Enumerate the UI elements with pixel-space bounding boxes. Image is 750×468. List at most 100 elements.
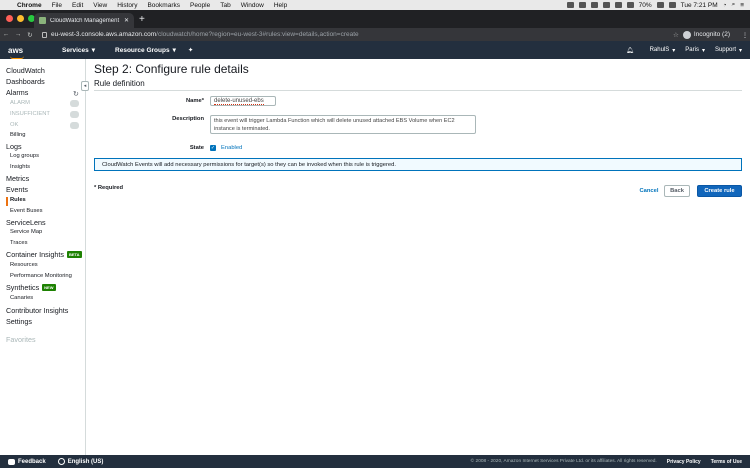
aws-logo[interactable]: aws xyxy=(8,46,42,59)
macos-menu-bar: Chrome File Edit View History Bookmarks … xyxy=(0,0,750,10)
terms-of-use-link[interactable]: Terms of Use xyxy=(711,459,742,465)
browser-tab-strip: CloudWatch Management Con ✕ + xyxy=(0,10,750,28)
bell-icon[interactable]: 🔔︎ xyxy=(626,47,634,54)
bookmark-star-icon[interactable]: ☆ xyxy=(669,31,683,39)
sidebar-item-event-buses[interactable]: Event Buses xyxy=(10,208,43,214)
minimize-window-icon[interactable] xyxy=(17,15,24,22)
sidebar-item-metrics[interactable]: Metrics xyxy=(6,174,29,183)
sidebar-item-canaries[interactable]: Canaries xyxy=(10,295,33,301)
menu-chrome[interactable]: Chrome xyxy=(12,2,47,9)
console-footer: Feedback English (US) © 2008 - 2020, Ama… xyxy=(0,455,750,468)
feedback-link[interactable]: Feedback xyxy=(8,458,46,465)
browser-tab[interactable]: CloudWatch Management Con ✕ xyxy=(34,13,134,28)
battery-percent[interactable]: 70% xyxy=(639,2,652,9)
close-window-icon[interactable] xyxy=(6,15,13,22)
user-icon[interactable]: ◔ xyxy=(723,2,727,9)
sidebar-item-traces[interactable]: Traces xyxy=(10,240,28,246)
cloudwatch-favicon-icon xyxy=(39,17,46,24)
sidebar-item-servicelens[interactable]: ServiceLens xyxy=(6,218,46,227)
close-tab-icon[interactable]: ✕ xyxy=(124,17,129,24)
enabled-label[interactable]: Enabled xyxy=(221,145,242,151)
create-rule-button[interactable]: Create rule xyxy=(697,185,742,197)
services-menu[interactable]: Services ▾ xyxy=(62,46,95,55)
back-button[interactable]: Back xyxy=(664,185,690,197)
menu-file[interactable]: File xyxy=(47,2,67,9)
sidebar-favorites-heading: Favorites xyxy=(6,335,36,344)
rule-name-input[interactable]: delete-unused-ebs xyxy=(210,96,276,106)
enabled-checkbox[interactable]: ✓ xyxy=(210,145,216,151)
chevron-down-icon: ▾ xyxy=(701,47,705,54)
sidebar-item-contributor-insights[interactable]: Contributor Insights xyxy=(6,306,68,315)
sidebar-item-events[interactable]: Events xyxy=(6,185,28,194)
services-label: Services xyxy=(62,46,89,54)
refresh-icon[interactable]: ↻ xyxy=(73,90,79,98)
globe-icon xyxy=(57,458,65,465)
sidebar-item-logs[interactable]: Logs xyxy=(6,142,22,151)
forward-arrow-icon[interactable]: → xyxy=(12,31,24,38)
menu-history[interactable]: History xyxy=(112,2,142,9)
new-tab-icon[interactable]: + xyxy=(139,14,145,25)
tray-app-icon[interactable] xyxy=(602,2,610,8)
sidebar-item-service-map[interactable]: Service Map xyxy=(10,229,42,235)
sidebar-item-synthetics[interactable]: Synthetics NEW xyxy=(6,283,56,292)
volume-icon[interactable] xyxy=(626,2,634,8)
description-textarea[interactable]: this event will trigger Lambda Function … xyxy=(210,115,476,134)
menu-bookmarks[interactable]: Bookmarks xyxy=(142,2,185,9)
account-menu[interactable]: RahulS ▾ xyxy=(650,47,676,54)
sidebar-item-settings[interactable]: Settings xyxy=(6,317,32,326)
sidebar-item-cloudwatch[interactable]: CloudWatch xyxy=(6,66,45,75)
new-badge: NEW xyxy=(42,284,56,291)
menu-edit[interactable]: Edit xyxy=(67,2,88,9)
window-controls xyxy=(6,15,35,22)
battery-icon[interactable] xyxy=(656,2,664,8)
lock-icon xyxy=(42,31,47,38)
browser-toolbar: ← → ↻ eu-west-3.console.aws.amazon.com/c… xyxy=(0,28,750,41)
sidebar-item-alarms[interactable]: Alarms xyxy=(6,88,28,97)
chevron-down-icon: ▾ xyxy=(738,47,742,54)
search-icon[interactable]: ⌕ xyxy=(732,1,736,9)
cancel-button[interactable]: Cancel xyxy=(634,185,664,197)
sidebar-item-performance-monitoring[interactable]: Performance Monitoring xyxy=(10,273,72,279)
menu-help[interactable]: Help xyxy=(269,2,292,9)
incognito-indicator[interactable]: Incognito (2) xyxy=(682,30,730,39)
menu-tab[interactable]: Tab xyxy=(215,2,235,9)
tray-app-icon[interactable] xyxy=(578,2,586,8)
flag-icon[interactable] xyxy=(668,2,676,8)
sidebar-item-billing[interactable]: Billing xyxy=(10,132,25,138)
region-menu[interactable]: Paris ▾ xyxy=(685,47,705,54)
support-menu[interactable]: Support ▾ xyxy=(715,47,742,54)
name-label: Name* xyxy=(185,98,204,104)
sidebar-item-insufficient[interactable]: INSUFFICIENT xyxy=(10,111,50,117)
privacy-policy-link[interactable]: Privacy Policy xyxy=(667,459,701,465)
resource-groups-menu[interactable]: Resource Groups ▾ xyxy=(115,46,176,55)
tray-app-icon[interactable] xyxy=(590,2,598,8)
reload-icon[interactable]: ↻ xyxy=(24,31,36,39)
wifi-icon[interactable] xyxy=(614,2,622,8)
sidebar-item-resources[interactable]: Resources xyxy=(10,262,38,268)
menu-people[interactable]: People xyxy=(185,2,215,9)
sidebar-item-log-groups[interactable]: Log groups xyxy=(10,153,39,159)
pin-icon[interactable]: ✦ xyxy=(188,46,193,54)
active-indicator xyxy=(6,197,8,206)
back-arrow-icon[interactable]: ← xyxy=(0,31,12,38)
language-selector[interactable]: English (US) xyxy=(57,458,103,465)
url-path: /cloudwatch/home?region=eu-west-3#rules:… xyxy=(156,31,359,38)
tab-title: CloudWatch Management Con xyxy=(50,17,121,24)
permissions-info-box: CloudWatch Events will add necessary per… xyxy=(94,158,742,171)
sidebar-item-rules[interactable]: Rules xyxy=(10,197,26,203)
menu-view[interactable]: View xyxy=(88,2,112,9)
sidebar-item-alarm[interactable]: ALARM xyxy=(10,100,30,106)
menu-window[interactable]: Window xyxy=(236,2,269,9)
address-bar[interactable]: eu-west-3.console.aws.amazon.com/cloudwa… xyxy=(42,31,669,38)
browser-menu-icon[interactable]: ⋮ xyxy=(740,31,750,39)
sidebar-item-ok[interactable]: OK xyxy=(10,122,18,128)
sidebar-item-container-insights[interactable]: Container Insights BETA xyxy=(6,250,82,259)
menu-clock[interactable]: Tue 7:21 PM xyxy=(681,2,718,9)
sidebar-item-insights[interactable]: Insights xyxy=(10,164,30,170)
sidebar-item-dashboards[interactable]: Dashboards xyxy=(6,77,45,86)
menu-list-icon[interactable]: ≡ xyxy=(740,2,744,9)
tray-app-icon[interactable] xyxy=(566,2,574,8)
account-label: RahulS xyxy=(649,47,670,53)
region-label: Paris xyxy=(685,47,699,53)
rule-name-value: delete-unused-ebs xyxy=(214,98,264,105)
